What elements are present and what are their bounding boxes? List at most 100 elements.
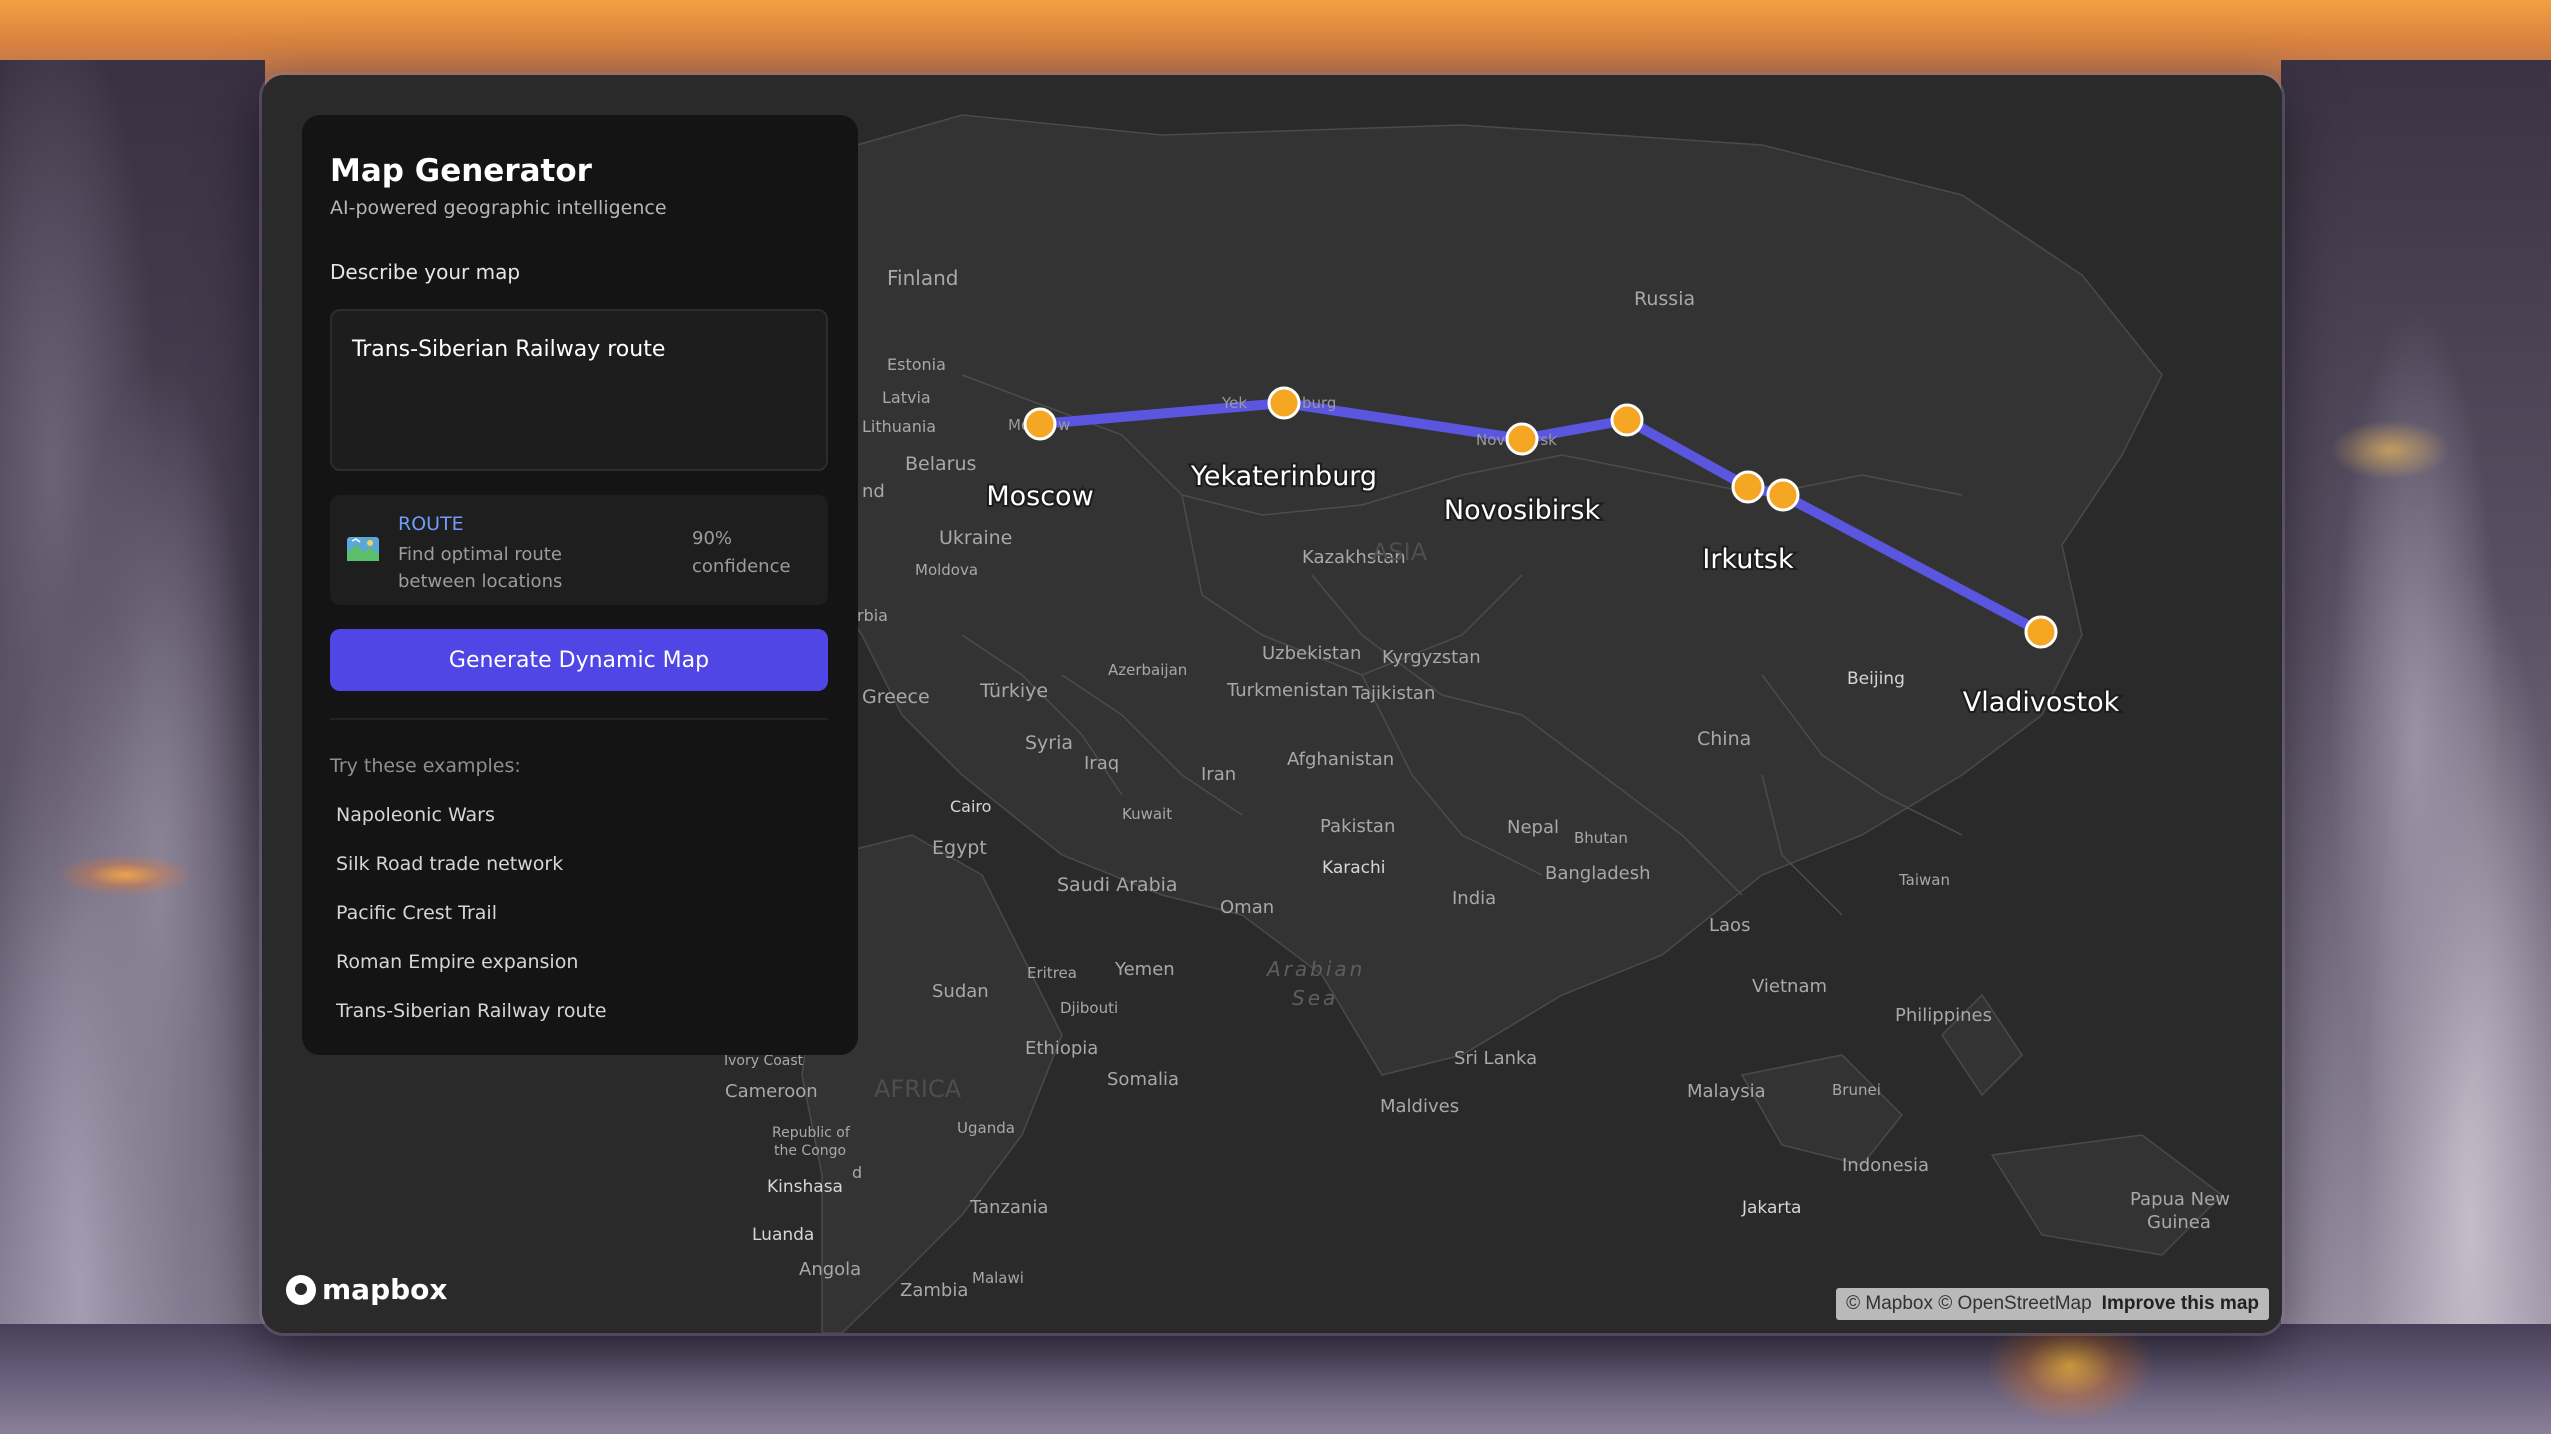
map-label: Estonia — [887, 355, 946, 374]
map-label: Beijing — [1847, 669, 1905, 689]
route-stop-marker[interactable] — [1610, 403, 1644, 437]
map-label: Türkiye — [979, 680, 1048, 702]
map-label: Republic of — [772, 1125, 851, 1141]
map-label: Malawi — [972, 1269, 1024, 1287]
map-label: Vietnam — [1752, 976, 1827, 997]
examples-label: Try these examples: — [330, 755, 521, 777]
example-napoleonic-wars[interactable]: Napoleonic Wars — [336, 804, 495, 826]
map-label: AFRICA — [874, 1075, 962, 1103]
improve-map-link[interactable]: Improve this map — [2102, 1293, 2259, 1315]
map-label: Finland — [887, 266, 958, 290]
map-label: d — [852, 1163, 862, 1182]
map-label: Kuwait — [1122, 805, 1172, 823]
map-icon — [347, 537, 379, 561]
map-label: Greece — [862, 686, 930, 708]
background-mountain-left — [0, 60, 265, 1434]
map-label: Djibouti — [1060, 999, 1118, 1017]
map-label: Tanzania — [969, 1197, 1048, 1218]
map-label: Saudi Arabia — [1057, 874, 1178, 896]
route-stop-marker[interactable] — [1023, 407, 1057, 441]
route-stop-label: Yekaterinburg — [1190, 461, 1377, 492]
map-label: Zambia — [900, 1280, 968, 1301]
map-label: Sea — [1292, 986, 1338, 1010]
route-stop-label: Irkutsk — [1702, 544, 1794, 575]
map-label: Oman — [1220, 897, 1274, 918]
route-stop-label: Vladivostok — [1963, 687, 2120, 718]
analysis-type: ROUTE — [398, 513, 464, 535]
map-label: Pakistan — [1320, 816, 1395, 837]
svg-text:Nov: Nov — [1476, 431, 1505, 449]
example-pacific-crest-trail[interactable]: Pacific Crest Trail — [336, 902, 497, 924]
map-label: Belarus — [905, 453, 976, 475]
map-label: the Congo — [774, 1143, 846, 1159]
mapbox-logo[interactable]: mapbox — [286, 1273, 447, 1306]
example-roman-empire[interactable]: Roman Empire expansion — [336, 951, 578, 973]
map-label: Ethiopia — [1025, 1038, 1098, 1059]
map-label: Turkmenistan — [1226, 680, 1348, 701]
app-window: Finland Russia Estonia Latvia Lithuania … — [262, 75, 2282, 1333]
divider — [330, 718, 828, 720]
route-stop-label: Moscow — [986, 481, 1093, 512]
map-label: Yemen — [1114, 959, 1175, 980]
map-label: Azerbaijan — [1108, 661, 1187, 679]
route-stop-marker[interactable] — [1766, 478, 1800, 512]
background-mountain-right — [2281, 60, 2551, 1434]
route-stop-label: Novosibirsk — [1444, 495, 1601, 526]
map-label: Papua New — [2130, 1189, 2230, 1210]
map-label: Philippines — [1895, 1005, 1992, 1026]
map-label: Uganda — [957, 1119, 1015, 1137]
route-stop-marker[interactable] — [1731, 470, 1765, 504]
map-label: Taiwan — [1898, 871, 1950, 889]
map-label: Malaysia — [1687, 1081, 1766, 1102]
map-label: Ukraine — [939, 527, 1012, 549]
prompt-input[interactable]: Trans-Siberian Railway route — [330, 309, 828, 471]
map-attribution: © Mapbox © OpenStreetMap Improve this ma… — [1836, 1288, 2269, 1320]
map-label: Egypt — [932, 837, 987, 859]
map-label: Laos — [1709, 915, 1750, 936]
map-label: Latvia — [882, 388, 931, 407]
panel-subtitle: AI-powered geographic intelligence — [330, 197, 667, 219]
map-label: Maldives — [1380, 1096, 1459, 1117]
map-label: Luanda — [752, 1225, 814, 1245]
map-label: Ivory Coast — [724, 1053, 804, 1069]
map-label: Arabian — [1265, 957, 1365, 981]
map-label: Karachi — [1322, 858, 1386, 878]
map-label: Sri Lanka — [1454, 1048, 1537, 1069]
analysis-card: ROUTE Find optimal route between locatio… — [330, 495, 828, 605]
map-label: Brunei — [1832, 1081, 1881, 1099]
map-label: Sudan — [932, 981, 989, 1002]
route-stop-marker[interactable] — [1267, 386, 1301, 420]
map-label: Lithuania — [862, 417, 936, 436]
map-label: Uzbekistan — [1262, 643, 1361, 664]
map-label: Nepal — [1507, 817, 1559, 838]
background-light — [60, 855, 190, 895]
map-label: Iraq — [1084, 753, 1119, 774]
analysis-description: Find optimal route between locations — [398, 544, 563, 592]
map-label: Russia — [1634, 288, 1695, 310]
route-stop-marker[interactable] — [2024, 615, 2058, 649]
analysis-confidence: 90% confidence — [692, 528, 791, 577]
map-label: Cameroon — [725, 1081, 818, 1102]
map-label: rbia — [857, 606, 888, 625]
example-silk-road[interactable]: Silk Road trade network — [336, 853, 563, 875]
map-label: ASIA — [1372, 538, 1428, 566]
map-label: Iran — [1201, 764, 1236, 785]
map-label: China — [1697, 728, 1751, 750]
attribution-text[interactable]: © Mapbox © OpenStreetMap — [1846, 1293, 2092, 1315]
map-label: nd — [862, 481, 885, 502]
map-generator-panel: Map Generator AI-powered geographic inte… — [302, 115, 858, 1055]
map-label: Kinshasa — [767, 1177, 843, 1197]
map-label: Bhutan — [1574, 829, 1628, 847]
map-label: Bangladesh — [1545, 863, 1651, 884]
generate-map-button[interactable]: Generate Dynamic Map — [330, 629, 828, 691]
background-snow — [0, 1324, 2551, 1434]
background-light — [2330, 420, 2450, 480]
map-label: India — [1452, 888, 1496, 909]
map-label: Kyrgyzstan — [1382, 647, 1481, 668]
example-trans-siberian[interactable]: Trans-Siberian Railway route — [336, 1000, 607, 1022]
map-label: Indonesia — [1842, 1155, 1929, 1176]
map-label: Afghanistan — [1287, 749, 1394, 770]
map-label: Tajikistan — [1351, 683, 1435, 704]
route-stop-marker[interactable] — [1505, 422, 1539, 456]
map-label: Guinea — [2147, 1212, 2211, 1233]
